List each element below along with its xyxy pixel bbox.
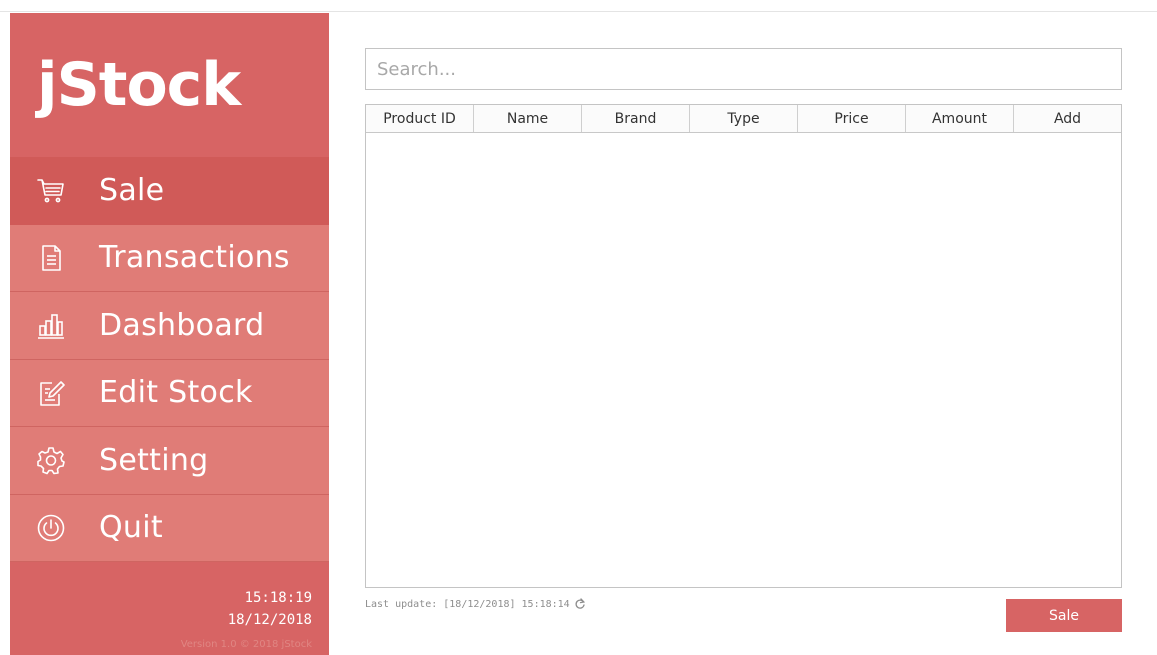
- current-time: 15:18:19: [244, 590, 312, 606]
- sidebar-item-label: Quit: [99, 510, 163, 546]
- app-logo: jStock: [37, 50, 241, 120]
- current-date: 18/12/2018: [227, 612, 312, 628]
- column-header-add[interactable]: Add: [1014, 105, 1121, 132]
- sidebar-item-label: Setting: [99, 442, 209, 478]
- sidebar-item-label: Edit Stock: [99, 375, 253, 411]
- last-update-status: Last update: [18/12/2018] 15:18:14: [365, 598, 586, 610]
- window-top-bar: [0, 0, 1157, 12]
- sidebar-item-quit[interactable]: Quit: [10, 494, 329, 562]
- column-header-price[interactable]: Price: [798, 105, 906, 132]
- column-header-brand[interactable]: Brand: [582, 105, 690, 132]
- sidebar-item-label: Sale: [99, 172, 165, 208]
- product-table: Product ID Name Brand Type Price Amount …: [365, 104, 1122, 588]
- sidebar-nav: Sale Transactions Dashboard Edit Stock S…: [10, 157, 329, 562]
- last-update-text: Last update: [18/12/2018] 15:18:14: [365, 598, 570, 610]
- table-body[interactable]: [366, 134, 1121, 587]
- sidebar-item-sale[interactable]: Sale: [10, 157, 329, 225]
- column-header-name[interactable]: Name: [474, 105, 582, 132]
- sale-button[interactable]: Sale: [1006, 599, 1122, 632]
- edit-icon: [36, 378, 66, 408]
- version-text: Version 1.0 © 2018 jStock: [180, 639, 312, 650]
- table-header: Product ID Name Brand Type Price Amount …: [366, 105, 1121, 133]
- sidebar-item-setting[interactable]: Setting: [10, 427, 329, 495]
- search-input[interactable]: [365, 48, 1122, 90]
- column-header-amount[interactable]: Amount: [906, 105, 1014, 132]
- sidebar-clock: 15:18:19 18/12/2018: [228, 587, 312, 631]
- document-icon: [36, 243, 66, 273]
- column-header-type[interactable]: Type: [690, 105, 798, 132]
- power-icon: [36, 513, 66, 543]
- bar-chart-icon: [36, 310, 66, 340]
- refresh-icon[interactable]: [574, 598, 586, 610]
- sidebar-item-label: Dashboard: [99, 307, 265, 343]
- sidebar-item-label: Transactions: [99, 240, 290, 276]
- gear-icon: [36, 445, 66, 475]
- shopping-cart-icon: [36, 175, 66, 205]
- sidebar: jStock Sale Transactions Dashboard Edit …: [10, 13, 329, 655]
- sidebar-item-dashboard[interactable]: Dashboard: [10, 292, 329, 360]
- column-header-product-id[interactable]: Product ID: [366, 105, 474, 132]
- sidebar-item-edit-stock[interactable]: Edit Stock: [10, 359, 329, 427]
- sidebar-item-transactions[interactable]: Transactions: [10, 224, 329, 292]
